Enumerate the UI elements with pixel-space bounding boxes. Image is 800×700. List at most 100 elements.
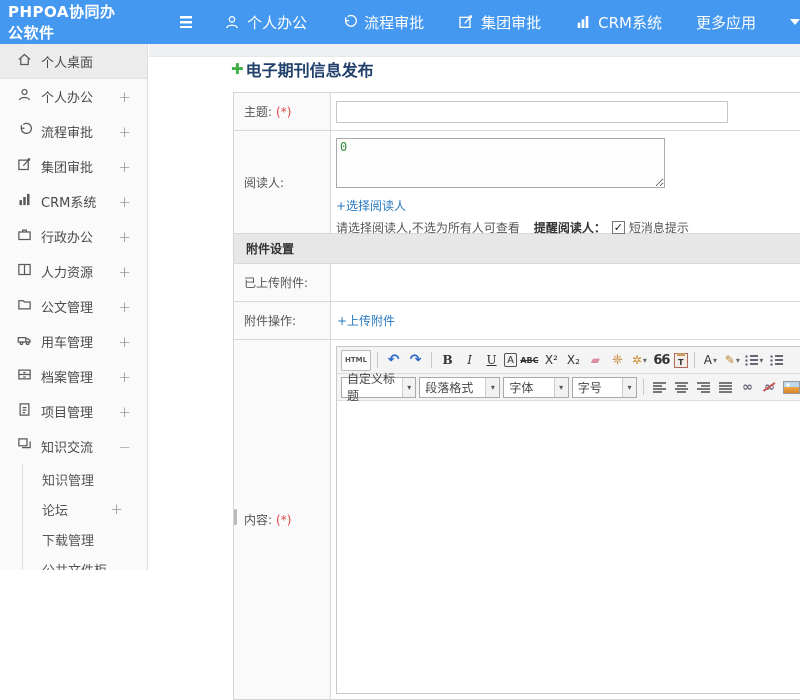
strikethrough-button[interactable]: ABC (520, 350, 539, 371)
caret-icon: ▾ (622, 377, 637, 397)
attachment-operation-row: 附件操作: +上传附件 (234, 301, 800, 339)
top-navigation: 个人办公 流程审批 集团审批 CRM系统 更多应用 (224, 12, 800, 33)
content-top-strip (149, 44, 800, 57)
readers-hint-line: 请选择阅读人,不选为所有人可查看 提醒阅读人： ✓ 短消息提示 (336, 219, 800, 236)
rich-text-editor: HTML ↶ ↷ B I U A ABC X² X₂ ▰ ❈ ✲ ▾ 66 T … (336, 346, 800, 694)
font-style-button[interactable]: A (504, 353, 517, 367)
sidebar-item-document-management[interactable]: 公文管理 + (0, 289, 147, 324)
highlight-pen-icon[interactable]: ✎ ▾ (723, 350, 742, 371)
nav-personal-office[interactable]: 个人办公 (224, 12, 307, 33)
nav-label: 集团审批 (481, 13, 542, 32)
align-left-icon[interactable] (650, 377, 669, 398)
nav-workflow-approval[interactable]: 流程审批 (341, 12, 424, 33)
nav-more-apps[interactable]: 更多应用 (696, 12, 756, 33)
expand-plus-icon[interactable]: + (118, 333, 131, 351)
subject-row: 主题: (*) (234, 93, 800, 130)
required-mark: (*) (276, 104, 292, 119)
collapse-minus-icon[interactable]: − (118, 438, 131, 456)
caret-icon: ▾ (553, 377, 568, 397)
align-right-icon[interactable] (694, 377, 713, 398)
folder-icon (17, 297, 32, 316)
expand-plus-icon[interactable]: + (118, 403, 131, 421)
subject-cell (331, 93, 800, 130)
sidebar-subitem-knowledge-management[interactable]: 知识管理 (23, 464, 147, 494)
sidebar-item-crm-system[interactable]: CRM系统 + (0, 184, 147, 219)
caret-icon: ▾ (402, 377, 416, 397)
subject-input[interactable] (336, 100, 728, 123)
superscript-button[interactable]: X² (542, 350, 561, 371)
caret-icon: ▾ (485, 377, 500, 397)
nav-crm-system[interactable]: CRM系统 (575, 12, 662, 33)
sidebar-item-human-resources[interactable]: 人力资源 + (0, 254, 147, 289)
sidebar-subitem-forum[interactable]: 论坛 + (23, 494, 147, 524)
expand-plus-icon[interactable]: + (118, 123, 131, 141)
expand-plus-icon[interactable]: + (118, 368, 131, 386)
sidebar-item-knowledge-exchange[interactable]: 知识交流 − (0, 429, 147, 464)
expand-plus-icon[interactable]: + (118, 228, 131, 246)
heading-style-dropdown[interactable]: 自定义标题 ▾ (341, 372, 417, 403)
edit-icon (458, 14, 474, 30)
attachment-operation-cell: +上传附件 (331, 302, 800, 339)
content-row: 内容: (*) HTML ↶ ↷ B I U A ABC X² X₂ ▰ ❈ ✲… (234, 339, 800, 699)
undo-icon[interactable]: ↶ (384, 350, 403, 371)
remove-link-icon[interactable]: ∞ (760, 377, 779, 398)
knowledge-submenu: 知识管理 论坛 + 下载管理 公共文件柜 (22, 464, 147, 570)
expand-plus-icon[interactable]: + (118, 298, 131, 316)
html-source-button[interactable]: HTML (341, 349, 372, 371)
sidebar-item-group-approval[interactable]: 集团审批 + (0, 149, 147, 184)
nav-group-approval[interactable]: 集团审批 (458, 12, 541, 33)
quick-format-icon[interactable]: ✲ ▾ (630, 350, 649, 371)
sidebar-subitem-download-management[interactable]: 下载管理 (23, 524, 147, 554)
redo-icon[interactable]: ↷ (406, 350, 425, 371)
insert-image-icon[interactable] (782, 377, 800, 398)
sidebar-subitem-public-file-cabinet[interactable]: 公共文件柜 (23, 554, 147, 571)
readers-hint-text: 请选择阅读人,不选为所有人可查看 (336, 221, 520, 235)
sidebar-item-project-management[interactable]: 项目管理 + (0, 394, 147, 429)
insert-link-icon[interactable]: ∞ (738, 377, 757, 398)
font-family-dropdown[interactable]: 字体 ▾ (503, 376, 569, 398)
sidebar-item-personal-office[interactable]: 个人办公 + (0, 79, 147, 114)
person-icon (17, 87, 32, 106)
archive-icon (17, 367, 32, 386)
page-title: ✚ 电子期刊信息发布 (231, 60, 374, 80)
sidebar-item-vehicle-management[interactable]: 用车管理 + (0, 324, 147, 359)
hamburger-menu-icon[interactable] (180, 16, 193, 28)
editor-content-area[interactable] (337, 401, 800, 693)
paragraph-format-dropdown[interactable]: 段落格式 ▾ (419, 376, 501, 398)
expand-plus-icon[interactable]: + (118, 193, 131, 211)
underline-button[interactable]: U (482, 350, 501, 371)
sidebar-item-personal-desktop[interactable]: 个人桌面 (0, 44, 147, 79)
paste-text-icon[interactable]: T (673, 352, 688, 368)
subscript-button[interactable]: X₂ (564, 350, 583, 371)
readers-textarea[interactable]: 0 (336, 138, 665, 188)
unordered-list-icon[interactable] (767, 350, 786, 371)
expand-plus-icon[interactable]: + (118, 263, 131, 281)
required-mark: (*) (276, 512, 292, 527)
scrollbar-thumb[interactable] (234, 509, 237, 525)
blockquote-button[interactable]: 66 (652, 350, 671, 371)
toolbar-separator (643, 379, 644, 395)
select-readers-link[interactable]: +选择阅读人 (336, 197, 406, 214)
sidebar-item-archive-management[interactable]: 档案管理 + (0, 359, 147, 394)
font-size-dropdown[interactable]: 字号 ▾ (571, 376, 638, 398)
sidebar-item-workflow-approval[interactable]: 流程审批 + (0, 114, 147, 149)
workflow-icon (17, 122, 32, 141)
upload-attachment-link[interactable]: +上传附件 (337, 312, 395, 329)
align-justify-icon[interactable] (716, 377, 735, 398)
sms-checkbox[interactable]: ✓ (611, 221, 625, 234)
expand-plus-icon[interactable]: + (110, 500, 123, 518)
sidebar-item-admin-office[interactable]: 行政办公 + (0, 219, 147, 254)
align-center-icon[interactable] (672, 377, 691, 398)
content-label: 内容: (*) (234, 340, 331, 699)
font-color-button[interactable]: A ▾ (701, 350, 720, 371)
italic-button[interactable]: I (460, 350, 479, 371)
expand-plus-icon[interactable]: + (118, 158, 131, 176)
readers-cell: 0 +选择阅读人 请选择阅读人,不选为所有人可查看 提醒阅读人： ✓ 短消息提示 (331, 131, 800, 236)
sidebar: 个人桌面 个人办公 + 流程审批 + 集团审批 + CRM系统 + 行政办公 +… (0, 44, 148, 570)
eraser-icon[interactable]: ▰ (586, 350, 605, 371)
format-painter-icon[interactable]: ❈ (608, 350, 627, 371)
expand-plus-icon[interactable]: + (118, 88, 131, 106)
ordered-list-icon[interactable]: ▾ (745, 350, 764, 371)
bold-button[interactable]: B (438, 350, 457, 371)
dropdown-caret-icon[interactable] (790, 19, 800, 25)
